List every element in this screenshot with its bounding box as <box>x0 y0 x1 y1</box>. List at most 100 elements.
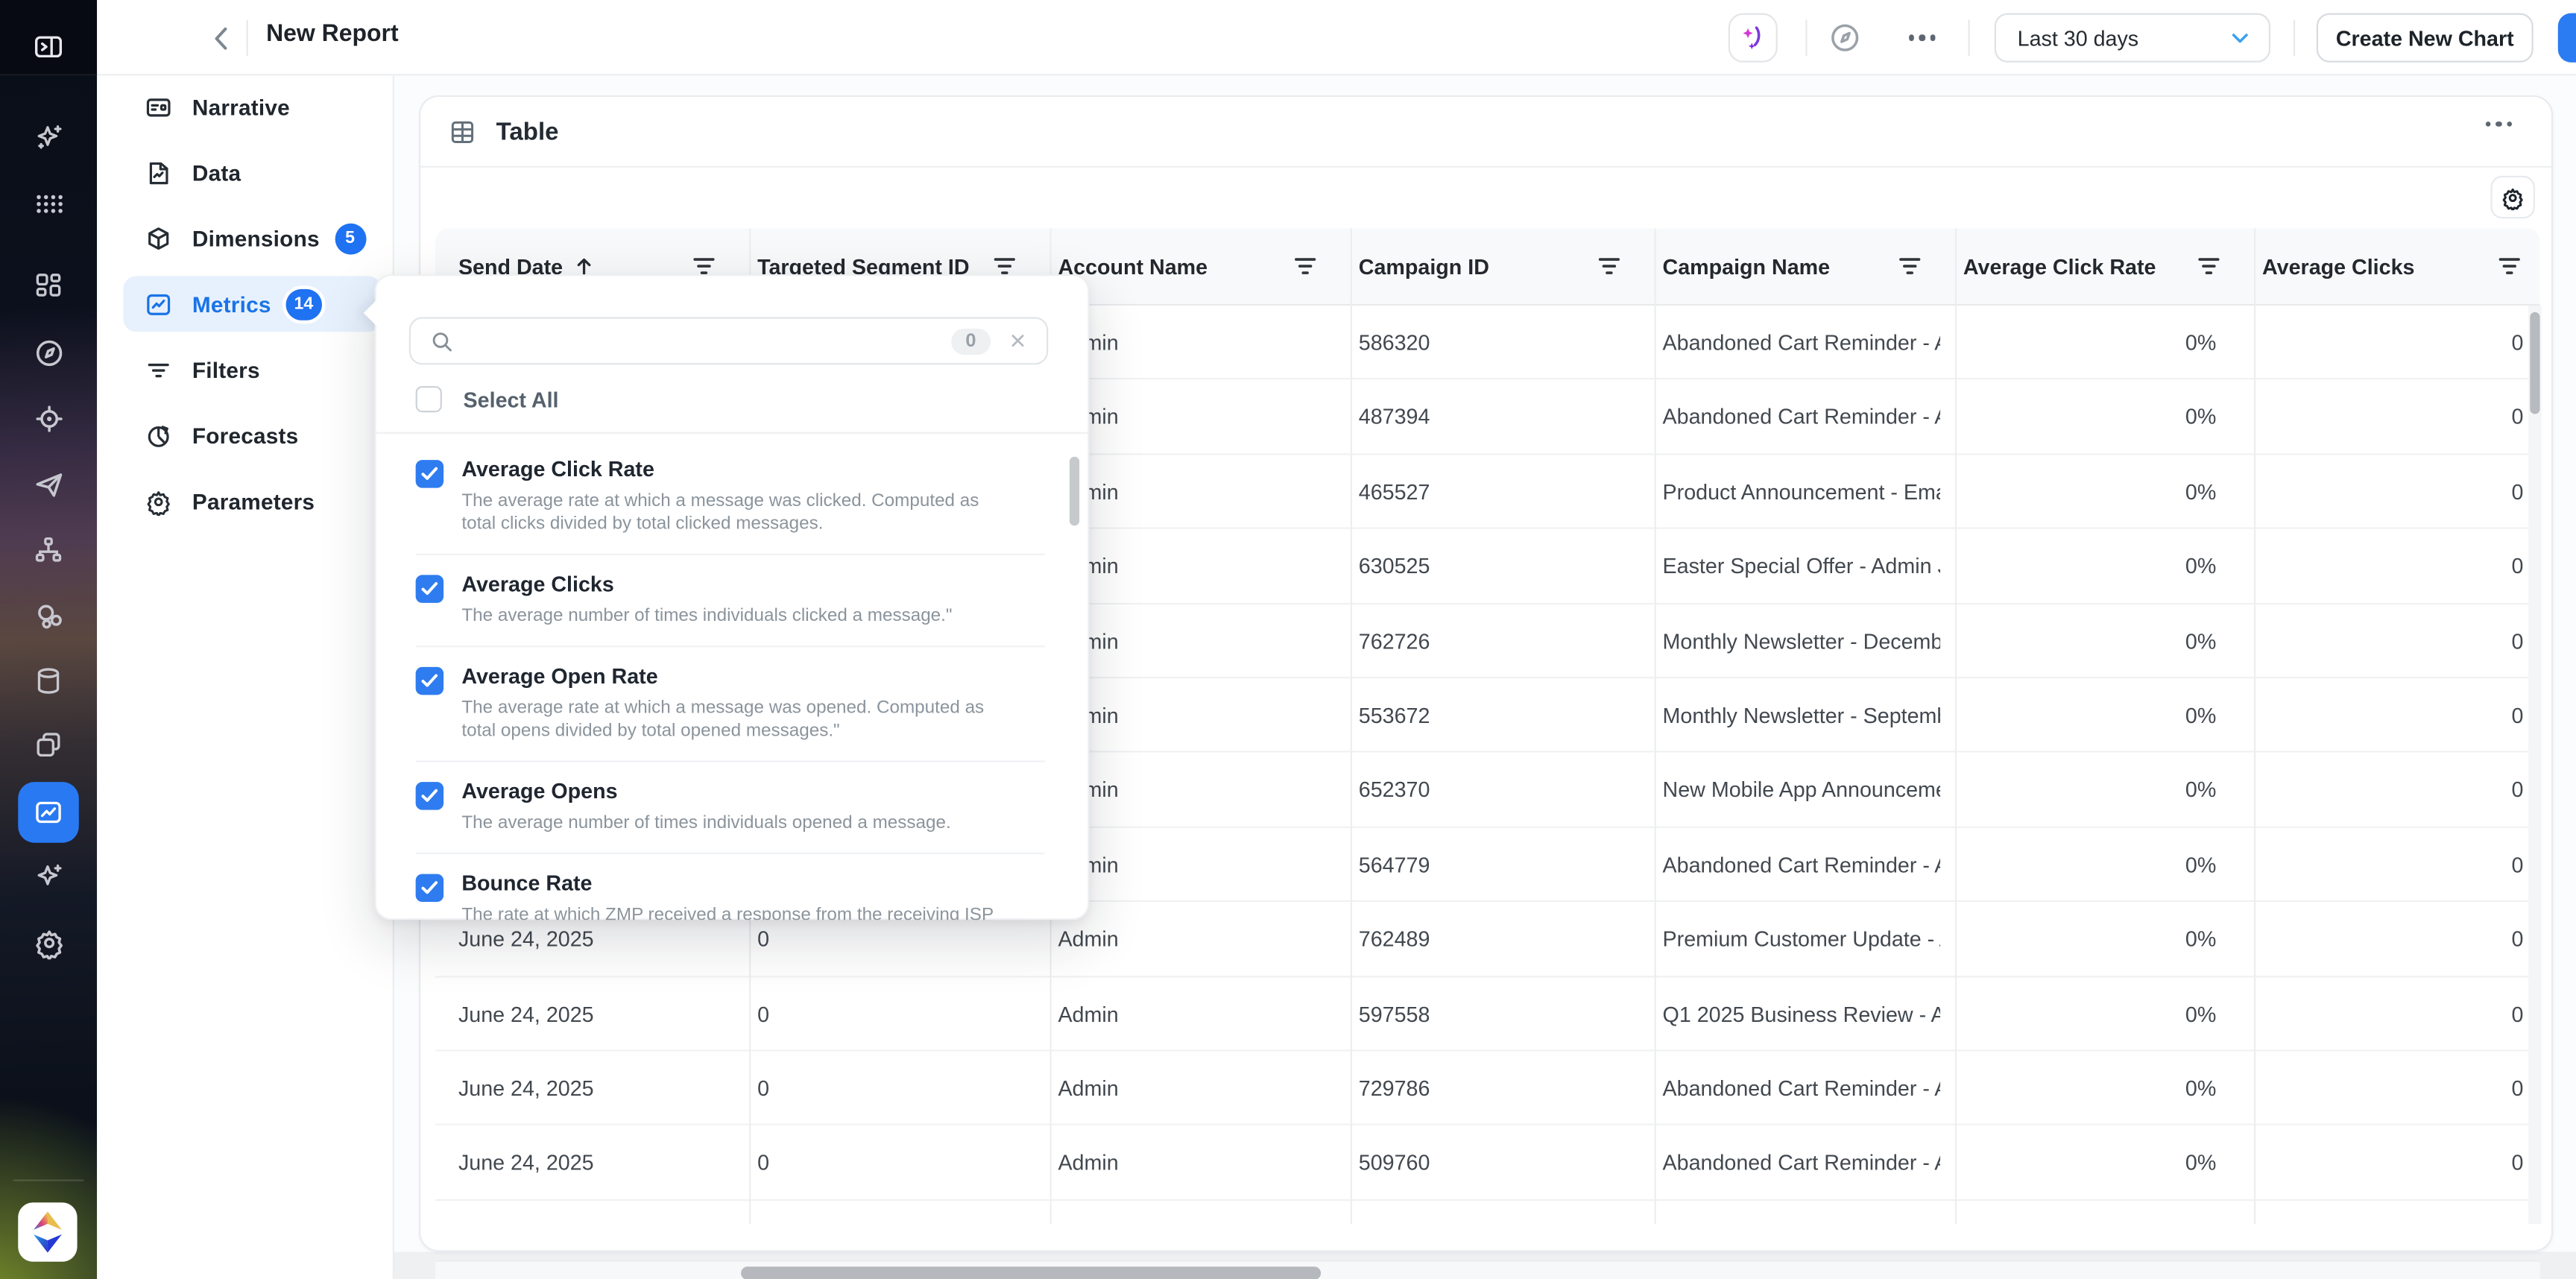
database-icon[interactable] <box>18 651 79 712</box>
metric-checkbox-checked[interactable] <box>416 782 443 809</box>
metrics-count-badge: 14 <box>285 288 321 320</box>
compass-icon[interactable] <box>1827 19 1863 55</box>
cell-account: Admin <box>1035 976 1336 1051</box>
save-button[interactable]: Save <box>2558 13 2576 63</box>
cell-avg_clicks: 0 <box>2239 380 2539 455</box>
date-range-value: Last 30 days <box>2018 25 2232 50</box>
sparkles-icon[interactable] <box>18 107 79 168</box>
page-title: New Report <box>266 22 399 48</box>
column-header[interactable]: Average Clicks <box>2239 228 2539 306</box>
create-new-chart-button[interactable]: Create New Chart <box>2317 13 2534 63</box>
clear-search-icon[interactable]: ✕ <box>1009 330 1027 352</box>
column-header-label: Campaign ID <box>1359 255 1489 280</box>
metric-checkbox-checked[interactable] <box>416 575 443 602</box>
date-range-select[interactable]: Last 30 days <box>1995 13 2270 63</box>
cell-avg_clicks: 0 <box>2239 976 2539 1051</box>
column-header[interactable]: Average Click Rate <box>1940 228 2239 306</box>
metrics-list: Average Click RateThe average rate at wh… <box>376 434 1087 920</box>
select-all-row[interactable]: Select All <box>416 386 559 412</box>
copy-icon[interactable] <box>18 715 79 776</box>
sidebar-item-narrative[interactable]: Narrative <box>123 79 381 135</box>
metric-title: Average Clicks <box>461 572 952 598</box>
sidebar-item-data[interactable]: Data <box>123 145 381 200</box>
sidebar-item-forecasts[interactable]: Forecasts <box>123 408 381 464</box>
forecast-pie-icon <box>145 421 172 449</box>
column-header[interactable]: Campaign Name <box>1640 228 1940 306</box>
vertical-scrollbar[interactable] <box>2528 306 2542 1224</box>
cell-campaign_id: 465527 <box>1336 455 1640 529</box>
more-options-icon[interactable] <box>1901 19 1943 55</box>
data-file-icon <box>145 159 172 186</box>
sidebar-item-parameters[interactable]: Parameters <box>123 473 381 529</box>
table-row[interactable]: June 24, 20250Admin509760Abandoned Cart … <box>435 1125 2539 1200</box>
select-all-label: Select All <box>464 387 559 411</box>
cell-campaign_name: Abandoned Cart Reminder - Ad <box>1640 1051 1940 1125</box>
column-header-label: Average Clicks <box>2262 255 2414 280</box>
filter-icon[interactable] <box>2198 256 2220 276</box>
send-icon[interactable] <box>18 453 79 514</box>
metric-item[interactable]: Bounce RateThe rate at which ZMP receive… <box>416 854 1045 920</box>
cell-avg_clicks: 0 <box>2239 902 2539 976</box>
rail-divider <box>13 1180 84 1181</box>
report-sidebar: Narrative Data Dimensions 5 Metrics 14 F… <box>97 75 394 1279</box>
cell-campaign_name: Premium Customer Update - Ac <box>1640 902 1940 976</box>
filter-icon[interactable] <box>1295 256 1316 276</box>
sidebar-item-metrics[interactable]: Metrics 14 <box>123 276 381 332</box>
horizontal-scrollbar[interactable] <box>435 1260 2539 1279</box>
filter-icon[interactable] <box>2498 256 2520 276</box>
metric-checkbox-checked[interactable] <box>416 460 443 487</box>
dashboard-icon[interactable] <box>18 255 79 316</box>
card-more-icon[interactable] <box>2483 121 2515 127</box>
select-all-checkbox[interactable] <box>416 386 442 412</box>
metrics-search-box[interactable]: 0 ✕ <box>409 317 1048 364</box>
metric-title: Bounce Rate <box>461 871 1010 897</box>
sidebar-item-dimensions[interactable]: Dimensions 5 <box>123 210 381 266</box>
vertical-scrollbar-thumb[interactable] <box>2530 312 2539 414</box>
cell-send_date: June 24, 2025 <box>435 1051 734 1125</box>
settings-gear-icon[interactable] <box>18 912 79 973</box>
metrics-dropdown-panel: 0 ✕ Select All Average Click RateThe ave… <box>375 274 1090 920</box>
filter-icon[interactable] <box>1899 256 1921 276</box>
panel-toggle-icon[interactable] <box>18 16 79 78</box>
metric-item[interactable]: Average Clicks The average number of time… <box>416 555 1045 647</box>
metrics-search-input[interactable] <box>468 328 950 354</box>
dropdown-scrollbar-thumb[interactable] <box>1070 457 1079 526</box>
horizontal-scrollbar-thumb[interactable] <box>741 1266 1321 1279</box>
cell-avg_click_rate: 0% <box>1940 1125 2239 1200</box>
ai-assistant-button[interactable] <box>1729 13 1778 63</box>
zeta-logo[interactable] <box>18 1202 77 1261</box>
column-header[interactable]: Campaign ID <box>1336 228 1640 306</box>
metric-checkbox-checked[interactable] <box>416 874 443 902</box>
shapes-icon[interactable] <box>18 585 79 646</box>
filter-icon[interactable] <box>693 256 715 276</box>
metrics-chart-icon <box>145 290 172 318</box>
report-icon[interactable] <box>18 782 79 843</box>
target-icon[interactable] <box>18 388 79 449</box>
cell-avg_clicks: 0 <box>2239 1051 2539 1125</box>
metric-item[interactable]: Average OpensThe average number of times… <box>416 762 1045 854</box>
table-settings-gear-icon[interactable] <box>2490 176 2535 218</box>
metric-title: Average Open Rate <box>461 663 1010 689</box>
metric-item[interactable]: Average Click RateThe average rate at wh… <box>416 440 1045 555</box>
cell-campaign_id: 553672 <box>1336 678 1640 753</box>
filter-icon[interactable] <box>1599 256 1620 276</box>
cell-avg_click_rate: 0% <box>1940 306 2239 380</box>
cell-campaign_name: Abandoned Cart Reminder - Ad <box>1640 306 1940 380</box>
table-row[interactable]: June 24, 20250Admin729786Abandoned Cart … <box>435 1051 2539 1125</box>
metric-description: The average number of times individuals … <box>461 604 952 628</box>
cell-campaign_id: 762726 <box>1336 604 1640 678</box>
cell-avg_clicks: 0 <box>2239 753 2539 827</box>
cell-avg_click_rate: 0% <box>1940 604 2239 678</box>
metric-item[interactable]: Average Open RateThe average rate at whi… <box>416 647 1045 762</box>
back-button[interactable] <box>201 18 240 57</box>
table-row[interactable]: June 24, 20250Admin597558Q1 2025 Busines… <box>435 976 2539 1051</box>
filter-icon[interactable] <box>994 256 1015 276</box>
sidebar-item-label: Narrative <box>192 95 290 119</box>
sidebar-item-filters[interactable]: Filters <box>123 341 381 397</box>
apps-grid-icon[interactable] <box>18 172 79 233</box>
sparkles-icon-2[interactable] <box>18 846 79 907</box>
metric-checkbox-checked[interactable] <box>416 667 443 695</box>
compass-icon[interactable] <box>18 322 79 383</box>
sitemap-icon[interactable] <box>18 519 79 580</box>
app: New Report Last 30 days Create New Chart… <box>0 0 2576 1279</box>
